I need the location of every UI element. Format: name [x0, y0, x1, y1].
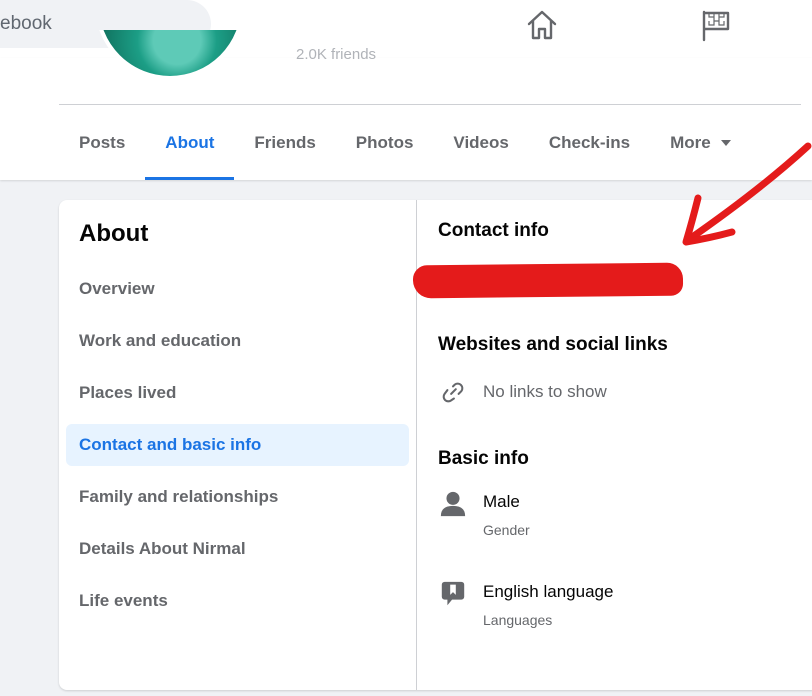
- tab-about[interactable]: About: [145, 105, 235, 180]
- basic-info-title: Basic info: [438, 448, 529, 469]
- about-nav-details[interactable]: Details About Nirmal: [66, 528, 409, 570]
- tab-label: Check-ins: [548, 132, 631, 152]
- nav-label: Contact and basic info: [79, 435, 262, 454]
- contact-info-title: Contact info: [438, 220, 549, 241]
- annotation-arrow-icon: [682, 142, 812, 246]
- about-nav-life-events[interactable]: Life events: [66, 580, 409, 622]
- redaction-mark: [412, 262, 684, 299]
- friends-count[interactable]: 2.0K friends: [296, 46, 376, 60]
- tab-friends[interactable]: Friends: [234, 105, 335, 180]
- websites-title: Websites and social links: [438, 334, 668, 355]
- link-icon: [442, 382, 464, 403]
- about-nav: Overview Work and education Places lived…: [66, 268, 409, 632]
- nav-label: Family and relationships: [79, 487, 279, 506]
- avatar-image: [95, 30, 245, 80]
- nav-label: Places lived: [79, 383, 177, 402]
- about-sidebar: About Overview Work and education Places…: [59, 200, 417, 690]
- profile-avatar[interactable]: [95, 30, 245, 80]
- tab-label: Friends: [254, 132, 316, 152]
- about-nav-contact-basic-info[interactable]: Contact and basic info: [66, 424, 409, 466]
- tab-check-ins[interactable]: Check-ins: [529, 105, 650, 180]
- tab-label: Posts: [79, 132, 126, 152]
- no-links-text: No links to show: [483, 382, 607, 401]
- home-icon[interactable]: [525, 8, 559, 42]
- about-title: About: [79, 220, 149, 247]
- profile-tabs: Posts About Friends Photos Videos Check-…: [59, 105, 751, 180]
- nav-label: Details About Nirmal: [79, 539, 246, 558]
- language-label: Languages: [483, 612, 553, 628]
- about-nav-places-lived[interactable]: Places lived: [66, 372, 409, 414]
- flag-icon[interactable]: [700, 8, 734, 42]
- person-icon: [440, 491, 466, 517]
- language-value: English language: [483, 582, 614, 601]
- tab-videos[interactable]: Videos: [433, 105, 528, 180]
- tab-posts[interactable]: Posts: [59, 105, 145, 180]
- search-input-text: ebook: [0, 13, 52, 34]
- about-nav-overview[interactable]: Overview: [66, 268, 409, 310]
- tab-label: Photos: [355, 132, 414, 152]
- nav-label: Work and education: [79, 331, 242, 350]
- about-nav-family-relationships[interactable]: Family and relationships: [66, 476, 409, 518]
- tab-label: Videos: [453, 132, 509, 152]
- nav-label: Life events: [79, 591, 168, 610]
- tab-photos[interactable]: Photos: [336, 105, 434, 180]
- gender-value: Male: [483, 492, 520, 511]
- speech-bubble-icon: [441, 581, 465, 606]
- gender-label: Gender: [483, 522, 530, 538]
- about-nav-work-education[interactable]: Work and education: [66, 320, 409, 362]
- nav-label: Overview: [79, 279, 155, 298]
- tab-label: About: [165, 132, 215, 152]
